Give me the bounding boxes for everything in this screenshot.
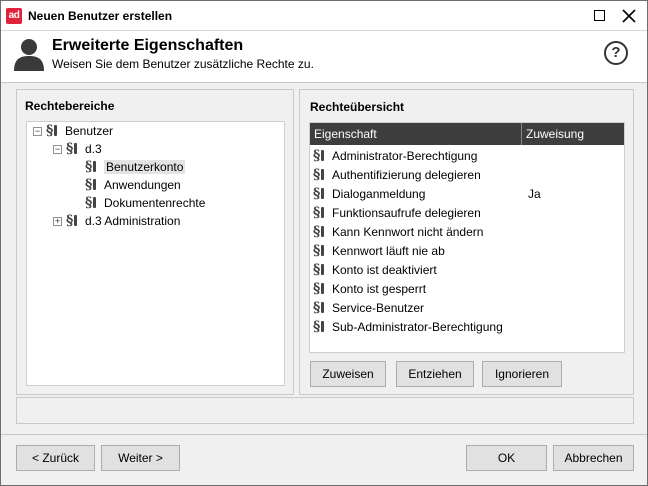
rights-areas-title: Rechtebereiche — [25, 99, 115, 113]
rights-overview-panel: Rechteübersicht Eigenschaft Zuweisung § A… — [299, 89, 634, 395]
property-name: Kann Kennwort nicht ändern — [332, 225, 484, 239]
paragraph-icon: § — [66, 140, 85, 158]
column-header-property[interactable]: Eigenschaft — [310, 123, 522, 145]
tree-item-label: Anwendungen — [104, 178, 181, 192]
rights-overview-title: Rechteübersicht — [310, 100, 405, 114]
dialog-window: ad Neuen Benutzer erstellen Erweiterte E… — [0, 0, 648, 486]
tree-item-benutzerkonto[interactable]: § Benutzerkonto — [85, 158, 186, 176]
paragraph-icon: § — [85, 176, 104, 194]
user-avatar-icon — [14, 39, 44, 71]
next-button[interactable]: Weiter > — [101, 445, 180, 471]
paragraph-icon: § — [313, 261, 332, 280]
title-bar: ad Neuen Benutzer erstellen — [1, 1, 647, 31]
close-button[interactable] — [613, 1, 645, 31]
close-icon — [622, 9, 636, 23]
app-logo-icon: ad — [6, 8, 22, 24]
rights-tree[interactable]: − § Benutzer − § d.3 § Benutzerkonto § Anwen… — [26, 121, 285, 386]
rights-areas-panel: Rechtebereiche − § Benutzer − § d.3 § Benut… — [16, 89, 294, 395]
ignore-button[interactable]: Ignorieren — [482, 361, 562, 387]
collapse-icon[interactable]: − — [33, 127, 42, 136]
property-name: Funktionsaufrufe delegieren — [332, 206, 481, 220]
property-name: Administrator-Berechtigung — [332, 149, 478, 163]
property-name: Sub-Administrator-Berechtigung — [332, 320, 503, 334]
footer-divider — [1, 434, 647, 435]
assignment-value: Ja — [528, 187, 541, 201]
property-name: Service-Benutzer — [332, 301, 425, 315]
tree-item-dokumentenrechte[interactable]: § Dokumentenrechte — [85, 194, 205, 212]
rights-table: Eigenschaft Zuweisung § Administrator-Ber… — [309, 122, 625, 353]
table-row[interactable]: § Dialoganmeldung — [313, 185, 425, 204]
table-row[interactable]: § Konto ist deaktiviert — [313, 261, 437, 280]
table-row[interactable]: § Kennwort läuft nie ab — [313, 242, 445, 261]
revoke-button[interactable]: Entziehen — [396, 361, 474, 387]
page-title: Erweiterte Eigenschaften — [52, 37, 244, 54]
property-name: Authentifizierung delegieren — [332, 168, 481, 182]
paragraph-icon: § — [46, 122, 65, 140]
tree-item-label: d.3 Administration — [85, 214, 181, 228]
table-row[interactable]: § Funktionsaufrufe delegieren — [313, 204, 481, 223]
dialog-header: Erweiterte Eigenschaften Weisen Sie dem … — [1, 31, 647, 83]
paragraph-icon: § — [85, 158, 104, 176]
maximize-icon — [594, 10, 605, 21]
property-name: Konto ist gesperrt — [332, 282, 427, 296]
tree-item-anwendungen[interactable]: § Anwendungen — [85, 176, 181, 194]
expand-icon[interactable]: + — [53, 217, 62, 226]
ok-button[interactable]: OK — [466, 445, 547, 471]
paragraph-icon: § — [313, 299, 332, 318]
paragraph-icon: § — [313, 166, 332, 185]
paragraph-icon: § — [85, 194, 104, 212]
paragraph-icon: § — [313, 147, 332, 166]
window-title: Neuen Benutzer erstellen — [28, 9, 173, 23]
property-name: Konto ist deaktiviert — [332, 263, 437, 277]
maximize-button[interactable] — [583, 1, 615, 31]
paragraph-icon: § — [66, 212, 85, 230]
table-row[interactable]: § Administrator-Berechtigung — [313, 147, 477, 166]
tree-item-label: Benutzerkonto — [104, 160, 186, 174]
back-button[interactable]: < Zurück — [16, 445, 95, 471]
cancel-button[interactable]: Abbrechen — [553, 445, 634, 471]
paragraph-icon: § — [313, 318, 332, 337]
tree-item-label: Dokumentenrechte — [104, 196, 206, 210]
table-row[interactable]: § Konto ist gesperrt — [313, 280, 426, 299]
paragraph-icon: § — [313, 280, 332, 299]
table-row[interactable]: § Kann Kennwort nicht ändern — [313, 223, 483, 242]
page-subtitle: Weisen Sie dem Benutzer zusätzliche Rech… — [52, 57, 314, 71]
paragraph-icon: § — [313, 242, 332, 261]
table-row[interactable]: § Sub-Administrator-Berechtigung — [313, 318, 503, 337]
column-header-assignment[interactable]: Zuweisung — [522, 123, 624, 145]
status-bar — [16, 397, 634, 424]
paragraph-icon: § — [313, 223, 332, 242]
paragraph-icon: § — [313, 185, 332, 204]
property-name: Kennwort läuft nie ab — [332, 244, 445, 258]
paragraph-icon: § — [313, 204, 332, 223]
assign-button[interactable]: Zuweisen — [310, 361, 386, 387]
tree-item-label: d.3 — [85, 142, 102, 156]
table-row[interactable]: § Authentifizierung delegieren — [313, 166, 481, 185]
tree-item-label: Benutzer — [65, 124, 114, 138]
property-name: Dialoganmeldung — [332, 187, 426, 201]
help-icon[interactable]: ? — [604, 41, 628, 65]
collapse-icon[interactable]: − — [53, 145, 62, 154]
table-row[interactable]: § Service-Benutzer — [313, 299, 424, 318]
